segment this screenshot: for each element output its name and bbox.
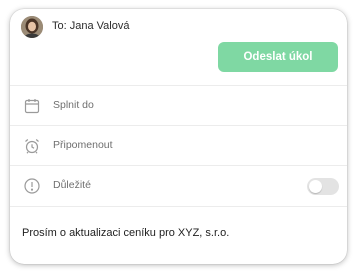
alarm-clock-icon	[23, 137, 41, 155]
avatar	[21, 16, 43, 38]
exclamation-circle-icon	[23, 177, 41, 195]
recipient-label: To: Jana Valová	[52, 20, 130, 32]
divider	[10, 206, 347, 207]
avatar-image	[21, 16, 43, 38]
composer-header: To: Jana Valová Odeslat úkol	[10, 9, 347, 91]
reminder-label: Připomenout	[53, 139, 113, 151]
toggle-knob	[309, 180, 322, 193]
due-date-row[interactable]: Splnit do	[10, 86, 347, 126]
important-toggle[interactable]	[307, 178, 339, 195]
task-composer-card: To: Jana Valová Odeslat úkol Splnit do P…	[10, 9, 347, 264]
reminder-row[interactable]: Připomenout	[10, 126, 347, 166]
task-message[interactable]: Prosím o aktualizaci ceníku pro XYZ, s.r…	[22, 227, 229, 239]
due-date-label: Splnit do	[53, 99, 94, 111]
important-row: Důležité	[10, 166, 347, 206]
calendar-icon	[23, 97, 41, 115]
important-label: Důležité	[53, 179, 91, 191]
send-task-button[interactable]: Odeslat úkol	[218, 42, 338, 72]
